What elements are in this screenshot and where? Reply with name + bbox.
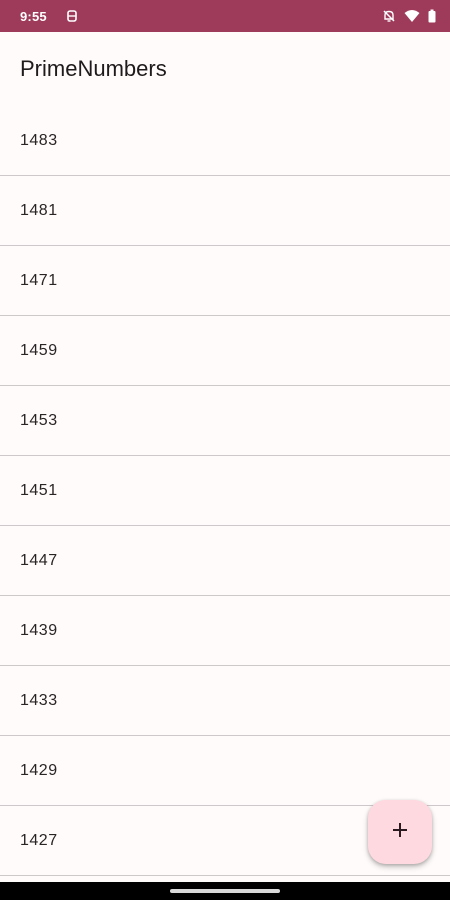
status-bar: 9:55 [0, 0, 450, 32]
plus-icon [391, 821, 409, 843]
list-item[interactable]: 1447 [0, 526, 450, 596]
list-item[interactable]: 1471 [0, 246, 450, 316]
list-item-label: 1451 [20, 481, 58, 499]
list-item-label: 1471 [20, 271, 58, 289]
list-item[interactable]: 1429 [0, 736, 450, 806]
list-item-label: 1427 [20, 831, 58, 849]
list-item[interactable]: 1433 [0, 666, 450, 736]
list-item-label: 1439 [20, 621, 58, 639]
list-item-label: 1429 [20, 761, 58, 779]
list-item-label: 1447 [20, 551, 58, 569]
notification-app-icon [65, 9, 79, 23]
list-item[interactable]: 1451 [0, 456, 450, 526]
list-item[interactable]: 1483 [0, 106, 450, 176]
list-item-label: 1483 [20, 131, 58, 149]
list-item[interactable]: 1481 [0, 176, 450, 246]
list-item[interactable]: 1459 [0, 316, 450, 386]
app-title: PrimeNumbers [20, 56, 167, 81]
list-item[interactable]: 1439 [0, 596, 450, 666]
list-item[interactable]: 1453 [0, 386, 450, 456]
list-item-label: 1453 [20, 411, 58, 429]
app-bar: PrimeNumbers [0, 32, 450, 106]
add-button[interactable] [368, 800, 432, 864]
mute-bell-icon [382, 9, 396, 23]
navigation-bar [0, 882, 450, 900]
list-item-label: 1433 [20, 691, 58, 709]
status-time: 9:55 [20, 8, 47, 24]
home-gesture-handle[interactable] [170, 889, 280, 893]
wifi-icon [404, 9, 420, 23]
battery-icon [428, 9, 436, 23]
list-item-label: 1481 [20, 201, 58, 219]
prime-numbers-list[interactable]: 1483 1481 1471 1459 1453 1451 1447 1439 … [0, 106, 450, 882]
list-item-label: 1459 [20, 341, 58, 359]
status-icons [382, 9, 436, 23]
